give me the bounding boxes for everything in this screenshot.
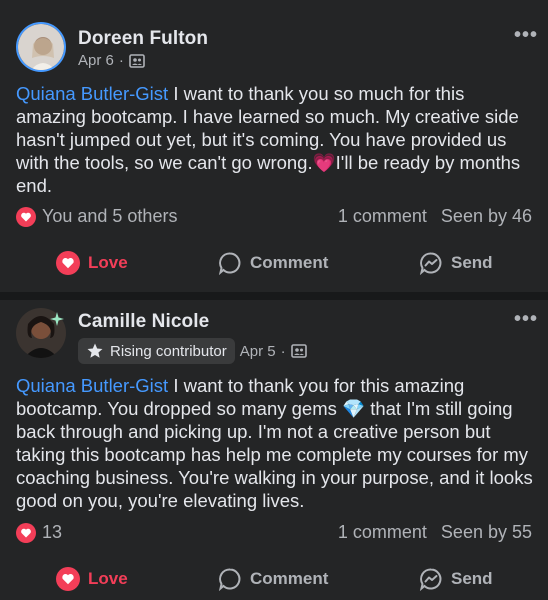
author-name[interactable]: Doreen Fulton [78,28,208,50]
love-reaction-icon [16,206,36,227]
star-icon [87,343,103,358]
avatar-image [18,24,64,70]
reaction-summary[interactable]: You and 5 others [16,206,338,227]
post-text: Quiana Butler-Gist I want to thank you s… [16,82,536,197]
love-label: Love [88,569,128,588]
love-button[interactable]: Love [56,243,128,283]
love-reaction-icon [16,522,36,543]
reaction-count: 13 [42,522,63,542]
comment-count[interactable]: 1 comment [338,522,427,543]
gem-emoji: 💎 [342,398,366,419]
heart-icon [56,567,80,591]
send-button[interactable]: Send [419,243,493,283]
rising-contributor-badge[interactable]: Rising contributor [78,338,235,364]
comment-label: Comment [250,253,329,272]
comment-button[interactable]: Comment [218,243,328,283]
meta-separator: · [118,52,124,69]
comment-icon [218,568,241,591]
post-meta: Apr 6 · [78,52,145,69]
reaction-summary[interactable]: 13 [16,522,338,543]
badge-label: Rising contributor [110,342,227,360]
group-audience-icon [290,344,307,358]
mention-link[interactable]: Quiana Butler-Gist [16,375,168,396]
comment-label: Comment [250,569,329,588]
love-button[interactable]: Love [56,559,128,599]
avatar[interactable] [16,22,66,72]
reaction-count: You and 5 others [42,206,178,226]
contributor-sparkle-icon [50,312,64,326]
comment-icon [218,252,241,275]
love-label: Love [88,253,128,272]
heart-icon [56,251,80,275]
post-card: Doreen Fulton Apr 6 · ••• Quiana Butler-… [0,0,548,292]
messenger-send-icon [419,568,442,591]
post-date[interactable]: Apr 5 [240,343,276,360]
messenger-send-icon [419,252,442,275]
heart-emoji: 💗 [312,152,336,173]
more-options-icon[interactable]: ••• [514,24,538,47]
meta-separator: · [280,342,286,360]
author-name[interactable]: Camille Nicole [78,311,209,333]
seen-count[interactable]: Seen by 55 [441,522,532,543]
post-divider [0,292,548,300]
seen-count[interactable]: Seen by 46 [441,206,532,227]
reaction-stats: You and 5 others 1 comment Seen by 46 [16,206,532,227]
comment-button[interactable]: Comment [218,559,328,599]
send-button[interactable]: Send [419,559,493,599]
comment-count[interactable]: 1 comment [338,206,427,227]
reaction-stats: 13 1 comment Seen by 55 [16,522,532,543]
post-card: Camille Nicole Rising contributor Apr 5 … [0,300,548,600]
send-label: Send [451,569,493,588]
post-meta: Rising contributor Apr 5 · [78,338,307,364]
action-bar: Love Comment Send [0,243,548,283]
post-date[interactable]: Apr 6 [78,52,114,69]
post-text: Quiana Butler-Gist I want to thank you f… [16,374,536,512]
mention-link[interactable]: Quiana Butler-Gist [16,83,168,104]
more-options-icon[interactable]: ••• [514,308,538,331]
send-label: Send [451,253,493,272]
action-bar: Love Comment Send [0,559,548,599]
group-audience-icon [129,53,145,68]
